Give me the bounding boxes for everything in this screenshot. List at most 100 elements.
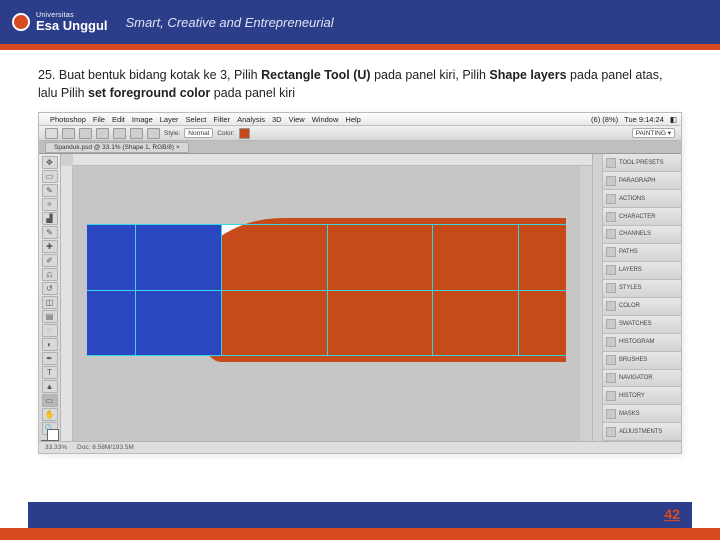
toolbox: ✥ ▭ ✎ ✧ ▟ ✎ ✚ ✐ ⎌ ↺ ◫ ▤ ◌ ◐ ✒ T ▲ ▭ ✋ 🔍	[39, 154, 61, 441]
menu-item[interactable]: Select	[186, 115, 207, 124]
move-tool-icon[interactable]: ✥	[42, 156, 58, 169]
page-number: 42	[664, 506, 680, 522]
crop-tool-icon[interactable]: ▟	[42, 212, 58, 225]
panel-item[interactable]: ADJUSTMENTS	[603, 423, 681, 441]
blur-tool-icon[interactable]: ◌	[42, 324, 58, 337]
canvas-area	[61, 154, 593, 441]
menu-item[interactable]: Photoshop	[50, 115, 86, 124]
gradient-tool-icon[interactable]: ▤	[42, 310, 58, 323]
panel-icon	[606, 212, 616, 222]
menu-item[interactable]: Layer	[160, 115, 179, 124]
guide-line	[327, 224, 328, 356]
panel-icon	[606, 247, 616, 257]
workspace-switcher[interactable]: PAINTING ▾	[632, 128, 675, 138]
color-swatch-icon[interactable]	[239, 128, 250, 139]
panel-item[interactable]: HISTORY	[603, 387, 681, 405]
panel-item[interactable]: STYLES	[603, 280, 681, 298]
stamp-tool-icon[interactable]: ⎌	[42, 268, 58, 281]
hand-tool-icon[interactable]: ✋	[42, 408, 58, 421]
guide-line	[221, 224, 222, 356]
ruler-horizontal	[73, 154, 592, 166]
zoom-level[interactable]: 33.33%	[45, 444, 67, 451]
pen-tool-icon[interactable]: ✒	[42, 352, 58, 365]
history-brush-icon[interactable]: ↺	[42, 282, 58, 295]
panel-icon	[606, 409, 616, 419]
brand-name: Esa Unggul	[36, 19, 108, 32]
panel-icon	[606, 355, 616, 365]
panel-icon	[606, 265, 616, 275]
panel-item[interactable]: CHARACTER	[603, 208, 681, 226]
shape-combine-icon[interactable]	[113, 128, 126, 139]
style-label: Style:	[164, 130, 180, 137]
panel-item[interactable]: SWATCHES	[603, 316, 681, 334]
shape-layers-icon[interactable]	[62, 128, 75, 139]
panel-item[interactable]: CHANNELS	[603, 226, 681, 244]
panel-item[interactable]: LAYERS	[603, 262, 681, 280]
spotlight-icon[interactable]: ◧	[670, 115, 677, 124]
panel-item[interactable]: NAVIGATOR	[603, 370, 681, 388]
brand-logo: Universitas Esa Unggul	[12, 12, 108, 32]
menu-item[interactable]: File	[93, 115, 105, 124]
panel-icon	[606, 283, 616, 293]
photoshop-screenshot: Photoshop File Edit Image Layer Select F…	[38, 112, 682, 454]
style-select[interactable]: Normal	[184, 128, 213, 138]
footer-blue-bar	[28, 502, 692, 528]
battery-status: (6) (8%)	[591, 115, 618, 124]
type-tool-icon[interactable]: T	[42, 366, 58, 379]
path-select-icon[interactable]: ▲	[42, 380, 58, 393]
shape-combine-icon[interactable]	[130, 128, 143, 139]
mac-menubar: Photoshop File Edit Image Layer Select F…	[39, 113, 681, 126]
paths-mode-icon[interactable]	[79, 128, 92, 139]
page-footer: 42	[0, 502, 720, 540]
shape-combine-icon[interactable]	[147, 128, 160, 139]
panel-item[interactable]: ACTIONS	[603, 190, 681, 208]
menu-item[interactable]: Edit	[112, 115, 125, 124]
marquee-tool-icon[interactable]: ▭	[42, 170, 58, 183]
eraser-tool-icon[interactable]: ◫	[42, 296, 58, 309]
menu-item[interactable]: Analysis	[237, 115, 265, 124]
fill-pixels-icon[interactable]	[96, 128, 109, 139]
panel-icon	[606, 229, 616, 239]
panel-item[interactable]: BRUSHES	[603, 352, 681, 370]
panel-icon	[606, 194, 616, 204]
panel-item[interactable]: TOOL PRESETS	[603, 154, 681, 172]
panel-dock: TOOL PRESETS PARAGRAPH ACTIONS CHARACTER…	[593, 154, 681, 441]
canvas[interactable]	[73, 166, 580, 441]
dodge-tool-icon[interactable]: ◐	[42, 338, 58, 351]
panel-item[interactable]: COLOR	[603, 298, 681, 316]
menu-item[interactable]: Help	[345, 115, 360, 124]
panel-item[interactable]: HISTOGRAM	[603, 334, 681, 352]
menu-item[interactable]: Window	[312, 115, 339, 124]
panel-collapse-strip[interactable]	[593, 154, 603, 441]
footer-red-bar	[0, 528, 720, 540]
heal-tool-icon[interactable]: ✚	[42, 240, 58, 253]
panel-item[interactable]: PATHS	[603, 244, 681, 262]
document-tab-bar: Spanduk.psd @ 33.1% (Shape 1, RGB/8) ×	[39, 141, 681, 154]
menu-item[interactable]: Filter	[213, 115, 230, 124]
menu-item[interactable]: Image	[132, 115, 153, 124]
panel-icon	[606, 337, 616, 347]
status-bar: 33.33% Doc: 8.58M/193.5M	[39, 441, 681, 453]
rectangle-tool-icon[interactable]: ▭	[42, 394, 58, 407]
page-header: Universitas Esa Unggul Smart, Creative a…	[0, 0, 720, 44]
wand-tool-icon[interactable]: ✧	[42, 198, 58, 211]
artboard	[87, 224, 566, 356]
tool-preset-icon[interactable]	[45, 128, 58, 139]
lasso-tool-icon[interactable]: ✎	[42, 184, 58, 197]
color-label: Color:	[217, 130, 234, 137]
panel-icon	[606, 319, 616, 329]
panel-icon	[606, 301, 616, 311]
brush-tool-icon[interactable]: ✐	[42, 254, 58, 267]
instruction-text: 25. Buat bentuk bidang kotak ke 3, Pilih…	[0, 50, 720, 112]
panel-item[interactable]: MASKS	[603, 405, 681, 423]
eyedropper-tool-icon[interactable]: ✎	[42, 226, 58, 239]
panel-item[interactable]: PARAGRAPH	[603, 172, 681, 190]
panel-icon	[606, 391, 616, 401]
panel-list: TOOL PRESETS PARAGRAPH ACTIONS CHARACTER…	[603, 154, 681, 441]
panel-icon	[606, 176, 616, 186]
document-tab[interactable]: Spanduk.psd @ 33.1% (Shape 1, RGB/8) ×	[45, 142, 189, 153]
menu-item[interactable]: 3D	[272, 115, 282, 124]
ruler-vertical	[61, 166, 73, 441]
clock: Tue 9:14:24	[624, 115, 664, 124]
menu-item[interactable]: View	[289, 115, 305, 124]
